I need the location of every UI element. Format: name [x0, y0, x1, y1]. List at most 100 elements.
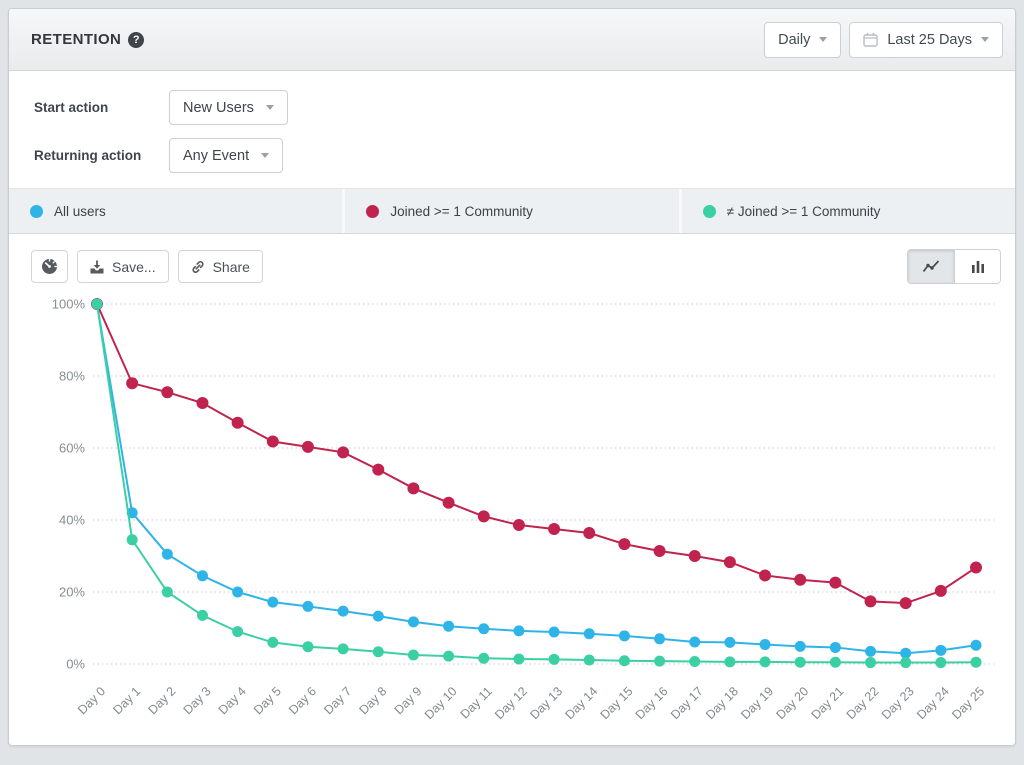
- data-point-joined-community-day-13[interactable]: [548, 523, 560, 535]
- data-point-joined-community-day-8[interactable]: [372, 464, 384, 476]
- x-axis-tick-label: Day 25: [949, 684, 987, 722]
- date-range-dropdown[interactable]: Last 25 Days: [849, 22, 1003, 58]
- data-point-not-joined-community-day-8[interactable]: [373, 646, 384, 657]
- data-point-all-users-day-15[interactable]: [619, 630, 630, 641]
- data-point-all-users-day-23[interactable]: [900, 648, 911, 659]
- data-point-all-users-day-2[interactable]: [162, 549, 173, 560]
- data-point-joined-community-day-15[interactable]: [618, 538, 630, 550]
- data-point-not-joined-community-day-20[interactable]: [795, 657, 806, 668]
- data-point-not-joined-community-day-3[interactable]: [197, 610, 208, 621]
- y-axis-tick-label: 80%: [59, 369, 85, 384]
- data-point-not-joined-community-day-5[interactable]: [267, 637, 278, 648]
- data-point-joined-community-day-16[interactable]: [654, 545, 666, 557]
- legend-item-joined-community[interactable]: Joined >= 1 Community: [342, 189, 678, 233]
- data-point-joined-community-day-11[interactable]: [478, 510, 490, 522]
- data-point-joined-community-day-2[interactable]: [161, 386, 173, 398]
- x-axis-tick-label: Day 5: [251, 684, 284, 717]
- data-point-all-users-day-25[interactable]: [971, 640, 982, 651]
- x-axis-tick-label: Day 8: [356, 684, 389, 717]
- data-point-joined-community-day-6[interactable]: [302, 441, 314, 453]
- start-action-select[interactable]: New Users: [169, 90, 288, 125]
- data-point-all-users-day-22[interactable]: [865, 646, 876, 657]
- data-point-not-joined-community-day-16[interactable]: [654, 656, 665, 667]
- series-line-all-users: [97, 304, 976, 653]
- data-point-not-joined-community-day-14[interactable]: [584, 655, 595, 666]
- data-point-joined-community-day-23[interactable]: [900, 597, 912, 609]
- data-point-joined-community-day-5[interactable]: [267, 436, 279, 448]
- granularity-dropdown[interactable]: Daily: [764, 22, 841, 58]
- x-axis-labels: Day 0Day 1Day 2Day 3Day 4Day 5Day 6Day 7…: [75, 684, 987, 722]
- granularity-value: Daily: [778, 32, 810, 48]
- help-icon[interactable]: ?: [128, 32, 144, 48]
- data-point-all-users-day-13[interactable]: [549, 626, 560, 637]
- data-point-not-joined-community-day-21[interactable]: [830, 657, 841, 668]
- data-point-not-joined-community-day-2[interactable]: [162, 587, 173, 598]
- data-point-not-joined-community-day-19[interactable]: [760, 656, 771, 667]
- data-point-joined-community-day-4[interactable]: [232, 417, 244, 429]
- data-point-not-joined-community-day-9[interactable]: [408, 650, 419, 661]
- data-point-all-users-day-21[interactable]: [830, 642, 841, 653]
- series-dot-icon: [30, 205, 43, 218]
- data-point-all-users-day-17[interactable]: [689, 637, 700, 648]
- x-axis-tick-label: Day 24: [914, 684, 952, 722]
- data-point-joined-community-day-25[interactable]: [970, 562, 982, 574]
- data-point-joined-community-day-1[interactable]: [126, 377, 138, 389]
- data-point-all-users-day-9[interactable]: [408, 616, 419, 627]
- data-point-not-joined-community-day-24[interactable]: [935, 657, 946, 668]
- data-point-not-joined-community-day-22[interactable]: [865, 657, 876, 668]
- save-button[interactable]: Save...: [77, 250, 169, 283]
- returning-action-select[interactable]: Any Event: [169, 138, 283, 173]
- bar-chart-toggle-button[interactable]: [954, 250, 1000, 283]
- data-point-not-joined-community-day-13[interactable]: [549, 654, 560, 665]
- data-point-joined-community-day-17[interactable]: [689, 550, 701, 562]
- data-point-joined-community-day-7[interactable]: [337, 446, 349, 458]
- data-point-all-users-day-5[interactable]: [267, 597, 278, 608]
- data-point-joined-community-day-24[interactable]: [935, 585, 947, 597]
- data-point-joined-community-day-10[interactable]: [443, 497, 455, 509]
- share-button[interactable]: Share: [178, 250, 263, 283]
- data-point-joined-community-day-3[interactable]: [196, 397, 208, 409]
- data-point-not-joined-community-day-1[interactable]: [127, 534, 138, 545]
- data-point-not-joined-community-day-0[interactable]: [92, 299, 103, 310]
- data-point-joined-community-day-14[interactable]: [583, 527, 595, 539]
- data-point-not-joined-community-day-12[interactable]: [513, 653, 524, 664]
- data-point-all-users-day-7[interactable]: [338, 606, 349, 617]
- data-point-joined-community-day-12[interactable]: [513, 519, 525, 531]
- data-point-all-users-day-8[interactable]: [373, 611, 384, 622]
- data-point-joined-community-day-18[interactable]: [724, 556, 736, 568]
- data-point-joined-community-day-21[interactable]: [829, 577, 841, 589]
- data-point-all-users-day-10[interactable]: [443, 621, 454, 632]
- data-point-not-joined-community-day-17[interactable]: [689, 656, 700, 667]
- data-point-not-joined-community-day-23[interactable]: [900, 657, 911, 668]
- data-point-not-joined-community-day-10[interactable]: [443, 651, 454, 662]
- data-point-joined-community-day-19[interactable]: [759, 569, 771, 581]
- data-point-not-joined-community-day-15[interactable]: [619, 655, 630, 666]
- data-point-joined-community-day-9[interactable]: [407, 482, 419, 494]
- data-point-all-users-day-16[interactable]: [654, 633, 665, 644]
- data-point-not-joined-community-day-4[interactable]: [232, 626, 243, 637]
- data-point-all-users-day-3[interactable]: [197, 570, 208, 581]
- legend-item-all-users[interactable]: All users: [9, 189, 342, 233]
- data-point-all-users-day-4[interactable]: [232, 587, 243, 598]
- data-point-all-users-day-6[interactable]: [302, 601, 313, 612]
- data-point-not-joined-community-day-7[interactable]: [338, 643, 349, 654]
- data-point-joined-community-day-22[interactable]: [865, 595, 877, 607]
- data-point-all-users-day-14[interactable]: [584, 628, 595, 639]
- data-point-joined-community-day-20[interactable]: [794, 574, 806, 586]
- data-point-not-joined-community-day-6[interactable]: [302, 641, 313, 652]
- legend-item-not-joined-community[interactable]: ≠ Joined >= 1 Community: [679, 189, 1015, 233]
- data-point-all-users-day-24[interactable]: [935, 645, 946, 656]
- data-point-all-users-day-20[interactable]: [795, 641, 806, 652]
- data-point-not-joined-community-day-25[interactable]: [971, 657, 982, 668]
- data-point-not-joined-community-day-11[interactable]: [478, 653, 489, 664]
- line-chart-toggle-button[interactable]: [908, 250, 954, 283]
- data-point-all-users-day-18[interactable]: [724, 637, 735, 648]
- filters-section: Start action New Users Returning action …: [9, 71, 1015, 189]
- data-point-all-users-day-19[interactable]: [760, 639, 771, 650]
- data-point-all-users-day-11[interactable]: [478, 623, 489, 634]
- add-to-dashboard-button[interactable]: [31, 250, 68, 283]
- x-axis-tick-label: Day 9: [392, 684, 425, 717]
- x-axis-tick-label: Day 7: [321, 684, 354, 717]
- data-point-all-users-day-12[interactable]: [513, 625, 524, 636]
- data-point-not-joined-community-day-18[interactable]: [724, 656, 735, 667]
